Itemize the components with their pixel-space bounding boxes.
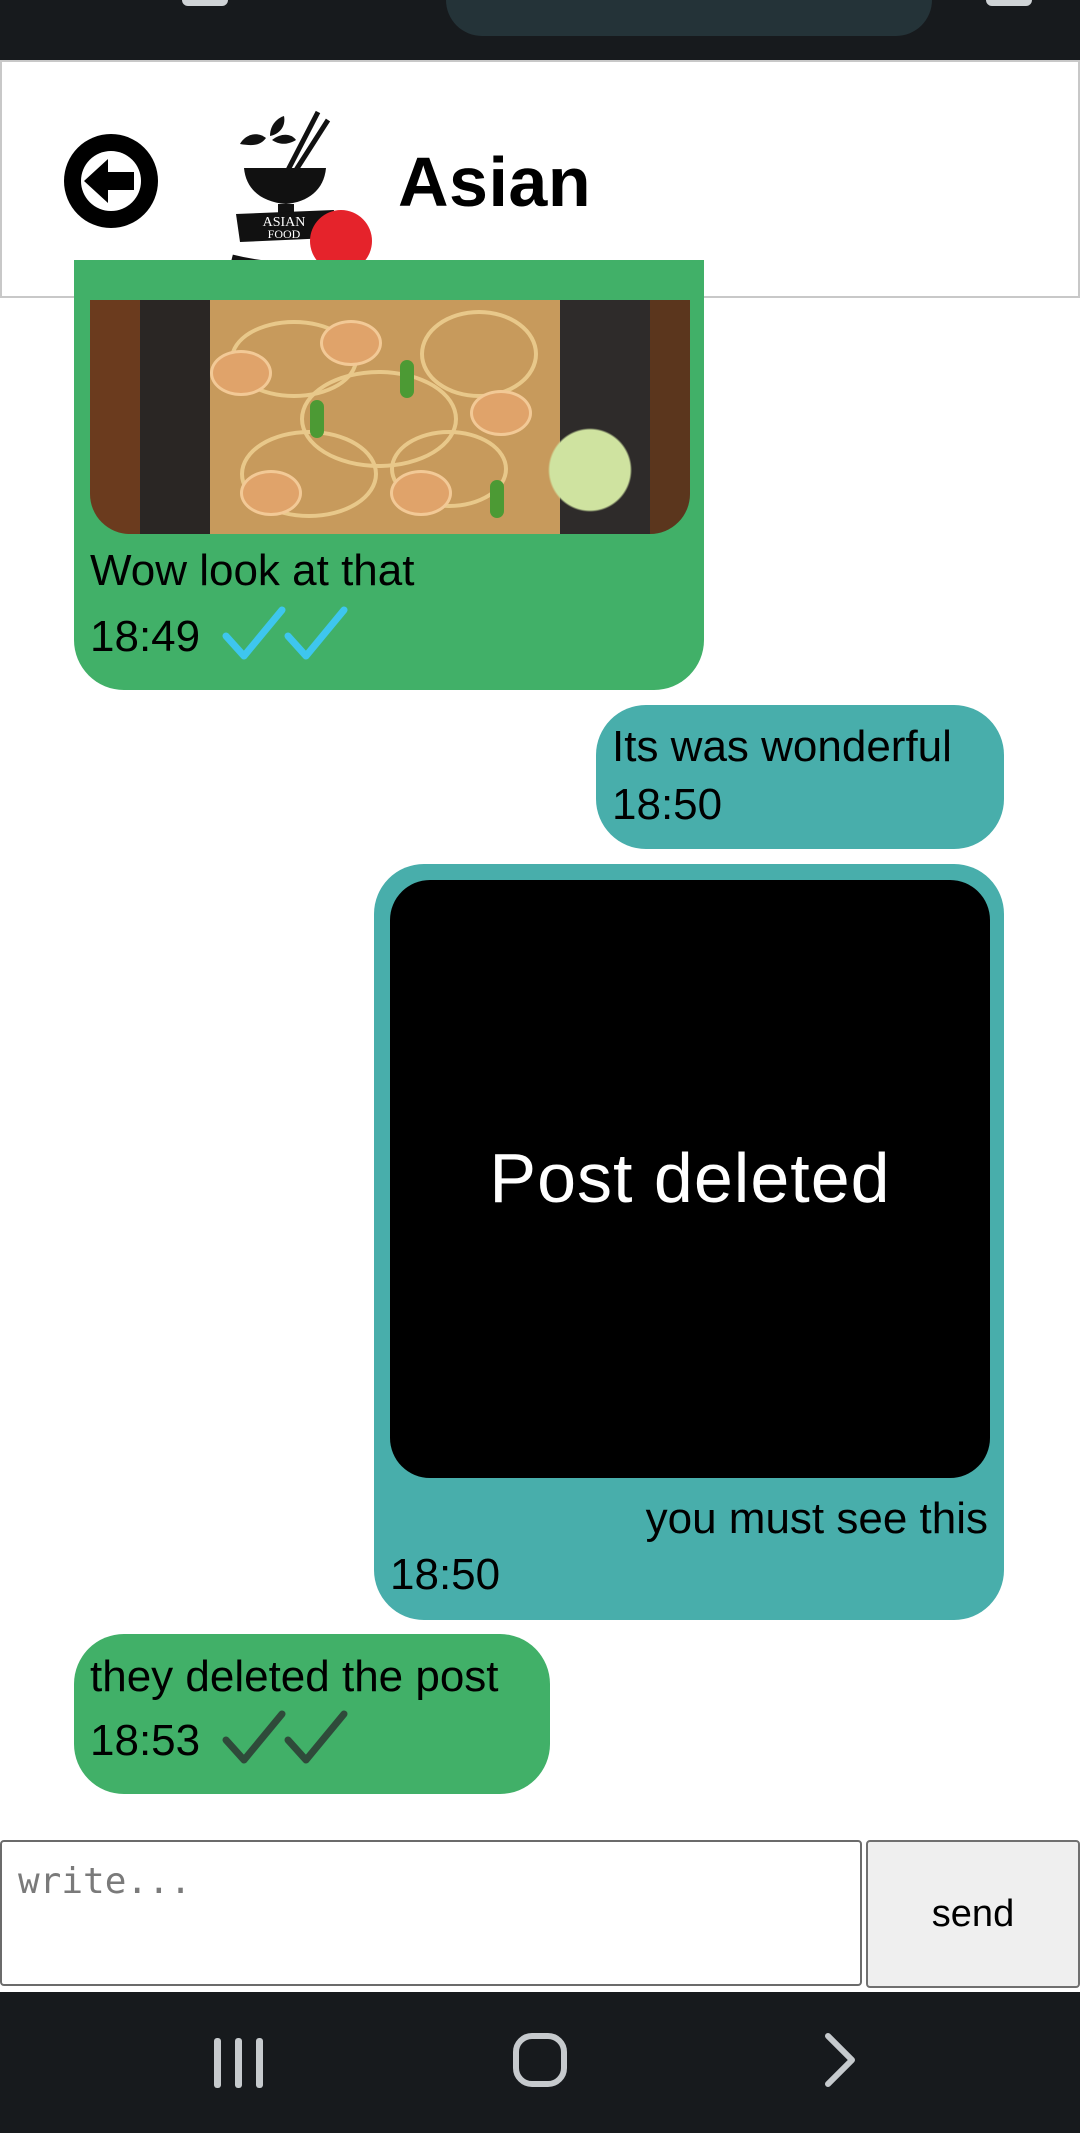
message-text: you must see this [645,1494,988,1543]
svg-text:FOOD: FOOD [268,227,301,241]
camera-cutout [446,0,932,36]
message-time: 18:50 [612,780,723,829]
back-button[interactable] [64,134,158,228]
read-double-check-icon [222,606,348,660]
message-time: 18:50 [390,1550,501,1599]
message-image[interactable] [90,300,690,534]
arrow-left-icon [81,151,141,211]
message-text: Wow look at that [90,546,415,595]
message-time: 18:53 [90,1716,201,1765]
home-icon[interactable] [512,2032,568,2088]
navigation-bar [0,1992,1080,2133]
message-time: 18:49 [90,612,201,661]
status-icon [986,0,1032,6]
status-icon [182,0,228,6]
recent-apps-icon[interactable] [214,2036,264,2090]
message-input[interactable] [16,1860,840,1903]
chat-title: Asian [398,143,592,221]
status-bar [0,0,1080,60]
message-text: they deleted the post [90,1652,499,1701]
message-input-container[interactable] [0,1840,862,1986]
delivered-double-check-icon [222,1710,348,1764]
send-button[interactable]: send [866,1840,1080,1988]
message-text: Its was wonderful [612,722,952,771]
post-deleted-label: Post deleted [489,1139,891,1217]
chevron-right-icon[interactable] [820,2032,860,2088]
